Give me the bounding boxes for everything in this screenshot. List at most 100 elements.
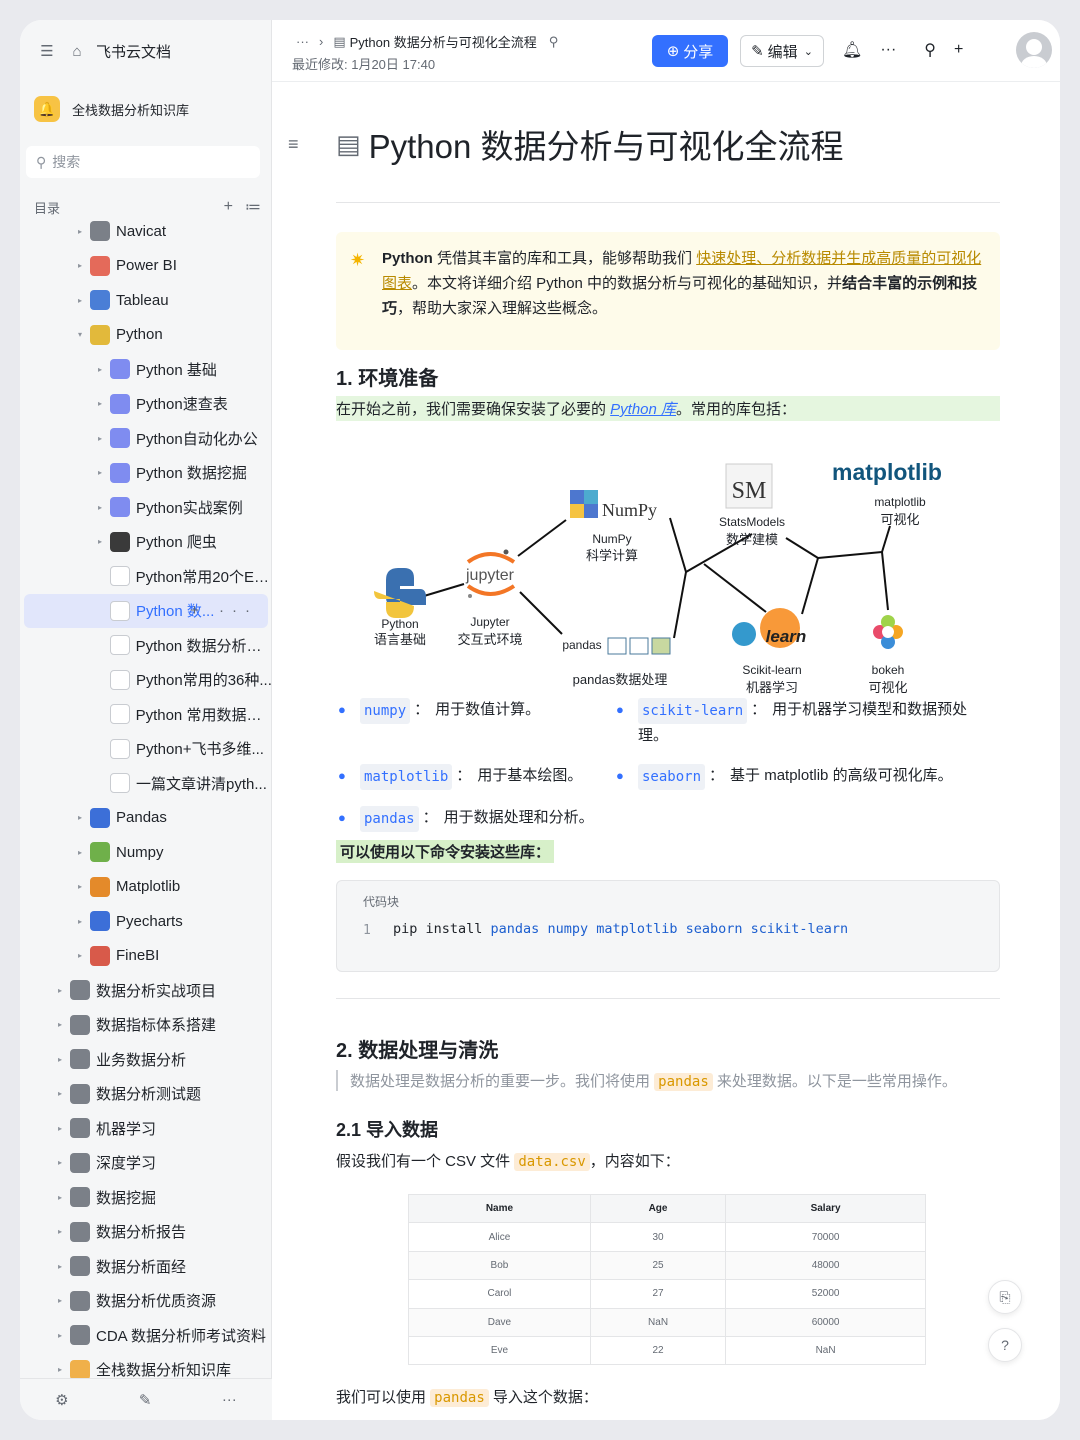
chevron-down-icon[interactable]: ▾ (74, 330, 86, 339)
page-title-text: Python 数据分析与可视化全流程 (368, 128, 844, 165)
settings-icon[interactable]: ⚙ (55, 1391, 68, 1409)
sidebar-item[interactable]: ▸ 数据分析实战项目 (20, 973, 272, 1008)
bullet-icon: ● (338, 810, 346, 825)
sidebar-item-label: 深度学习 (96, 1155, 157, 1173)
more-icon[interactable]: ··· (222, 1391, 237, 1408)
chevron-right-icon[interactable]: ▸ (54, 1227, 66, 1236)
sidebar-item[interactable]: ▸ Navicat (20, 214, 272, 249)
sidebar-item[interactable]: ▸ Power BI (20, 249, 272, 284)
avatar[interactable] (1016, 32, 1052, 68)
sidebar-item[interactable]: Python 数... + ··· (24, 593, 268, 628)
chevron-right-icon[interactable]: ▸ (54, 1365, 66, 1374)
code-cmd: pip install (393, 921, 483, 937)
sidebar-item[interactable]: ▸ 业务数据分析 (20, 1042, 272, 1077)
chevron-right-icon[interactable]: ▸ (94, 537, 106, 546)
sidebar-item[interactable]: Python+飞书多维... (20, 732, 272, 767)
sidebar-item-label: Python 爬虫 (136, 534, 217, 552)
chevron-right-icon[interactable]: ▸ (74, 261, 86, 270)
new-doc-plus-icon[interactable]: + (954, 41, 963, 59)
chevron-right-icon[interactable]: ▸ (54, 1262, 66, 1271)
sidebar-item[interactable]: ▸ Python 爬虫 (20, 525, 272, 560)
statsmodels-node: SM StatsModels 数学建模 (719, 463, 785, 547)
sidebar-item[interactable]: ▸ Pandas (20, 801, 272, 836)
sidebar-item[interactable]: ▸ 数据分析面经 (20, 1249, 272, 1284)
sidebar-item[interactable]: ▸ Numpy (20, 835, 272, 870)
sidebar-item[interactable]: ▸ Python实战案例 (20, 490, 272, 525)
sidebar-item[interactable]: ▸ 数据分析优质资源 (20, 1284, 272, 1319)
breadcrumb-title[interactable]: Python 数据分析与可视化全流程 (350, 32, 537, 51)
sidebar-item-label: Python 常用数据结... (135, 706, 272, 724)
sidebar-item[interactable]: ▸ 数据指标体系搭建 (20, 1008, 272, 1043)
chevron-right-icon[interactable]: ▸ (74, 227, 86, 236)
header-search-icon[interactable]: ⚲ (924, 40, 936, 60)
sidebar-item[interactable]: ▸ Python速查表 (20, 387, 272, 422)
chevron-right-icon[interactable]: ▸ (54, 1124, 66, 1133)
sidebar-item[interactable]: ▸ Tableau (20, 283, 272, 318)
chevron-right-icon[interactable]: ▸ (94, 434, 106, 443)
chevron-down-icon: ⌄ (803, 45, 813, 58)
sidebar-item-label: 数据分析测试题 (96, 1086, 202, 1104)
sidebar-item[interactable]: Python常用的36种... (20, 663, 272, 698)
sidebar-item[interactable]: ▸ 数据分析报告 (20, 1215, 272, 1250)
folder-icon (70, 1290, 90, 1311)
sidebar-item[interactable]: 一篇文章讲清pyth... (20, 766, 272, 801)
table-cell: 60000 (725, 1307, 926, 1337)
sidebar-item[interactable]: ▸ Python 基础 (20, 352, 272, 387)
sidebar-item[interactable]: ▸ 深度学习 (20, 1146, 272, 1181)
chevron-right-icon[interactable]: ▸ (74, 917, 86, 926)
chevron-right-icon[interactable]: ▸ (54, 986, 66, 995)
doc-info-icon[interactable]: ⎘ (988, 1280, 1022, 1314)
sidebar-item[interactable]: ▾ Python (20, 318, 272, 353)
sidebar-item[interactable]: ▸ FineBI (20, 939, 272, 974)
home-icon[interactable]: ⌂ (66, 40, 88, 62)
more-options-icon[interactable]: ··· (880, 41, 896, 59)
collapse-sidebar-icon[interactable]: ☰ (36, 40, 58, 62)
chevron-right-icon[interactable]: ▸ (54, 1089, 66, 1098)
help-icon[interactable]: ? (988, 1328, 1022, 1362)
divider (336, 998, 1000, 999)
sidebar-item[interactable]: ▸ Matplotlib (20, 870, 272, 905)
search-input[interactable]: ⚲ 搜索 (26, 146, 260, 178)
sidebar-item[interactable]: Python常用20个Ex... (20, 559, 272, 594)
chevron-right-icon[interactable]: ▸ (74, 296, 86, 305)
table-cell: 25 (589, 1250, 727, 1281)
chevron-right-icon[interactable]: ▸ (74, 848, 86, 857)
chevron-right-icon[interactable]: ▸ (54, 1158, 66, 1167)
edit-icon[interactable]: ✎ (139, 1391, 152, 1409)
breadcrumb-more[interactable]: ··· (296, 34, 309, 49)
chevron-right-icon[interactable]: ▸ (94, 468, 106, 477)
chevron-right-icon[interactable]: ▸ (94, 503, 106, 512)
chevron-right-icon[interactable]: ▸ (74, 882, 86, 891)
outline-toggle-icon[interactable]: ≡ (288, 134, 299, 155)
sidebar-item[interactable]: ▸ Pyecharts (20, 904, 272, 939)
item-actions[interactable]: + ··· (190, 602, 258, 619)
python-lib-link[interactable]: Python 库 (610, 401, 676, 418)
chevron-right-icon[interactable]: ▸ (94, 399, 106, 408)
share-button[interactable]: ⊕ 分享 (652, 35, 728, 67)
chevron-right-icon[interactable]: ▸ (94, 365, 106, 374)
navicat-icon (90, 221, 110, 242)
sidebar-item[interactable]: ▸ Python自动化办公 (20, 421, 272, 456)
sidebar-item[interactable]: ▸ 数据挖掘 (20, 1180, 272, 1215)
knowledge-base-title[interactable]: 🔔 全栈数据分析知识库 (34, 92, 259, 126)
sidebar-item[interactable]: ▸ CDA 数据分析师考试资料 (20, 1318, 272, 1353)
chevron-right-icon[interactable]: ▸ (54, 1055, 66, 1064)
sidebar-item[interactable]: ▸ 机器学习 (20, 1111, 272, 1146)
chevron-right-icon[interactable]: ▸ (54, 1193, 66, 1202)
sidebar-item[interactable]: ▸ 数据分析测试题 (20, 1077, 272, 1112)
chevron-right-icon[interactable]: ▸ (54, 1331, 66, 1340)
chevron-right-icon[interactable]: ▸ (74, 951, 86, 960)
chevron-right-icon[interactable]: ▸ (74, 813, 86, 822)
sidebar-item-label: Pyecharts (116, 912, 183, 930)
edit-mode-button[interactable]: ✎ 编辑 ⌄ (740, 35, 824, 67)
sidebar-item-label: Python 数据挖掘 (136, 465, 247, 483)
chevron-right-icon[interactable]: ▸ (54, 1020, 66, 1029)
chevron-right-icon[interactable]: ▸ (54, 1296, 66, 1305)
notification-bell-icon[interactable]: 🔔︎ (842, 40, 862, 60)
code-block[interactable]: 代码块 1 pip install pandas numpy matplotli… (336, 880, 1000, 972)
pin-icon[interactable]: ⚲ (549, 34, 559, 50)
sidebar-item[interactable]: Python 常用数据结... (20, 697, 272, 732)
sidebar-item[interactable]: ▸ Python 数据挖掘 (20, 456, 272, 491)
sidebar-item[interactable]: Python 数据分析与... (20, 628, 272, 663)
callout-bold-python: Python (382, 250, 433, 267)
